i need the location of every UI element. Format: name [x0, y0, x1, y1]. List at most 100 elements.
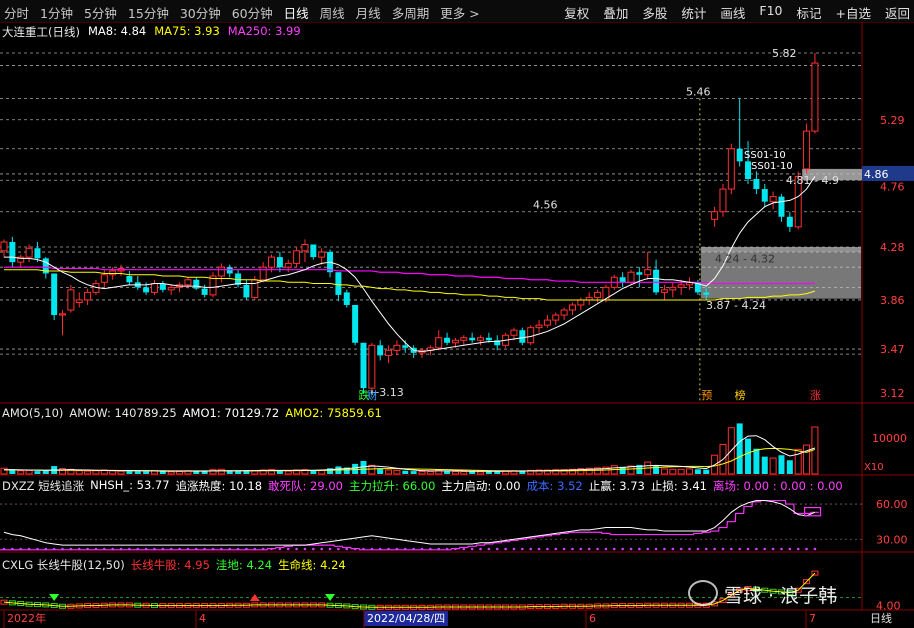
price-axis-label: 3.12: [880, 387, 905, 400]
annotation-range-3: 4.81 - 4.9: [786, 174, 839, 187]
volume-bar: [703, 469, 710, 474]
dxzz-axis-label: 30.00: [876, 533, 908, 546]
candle-body: [469, 337, 476, 341]
dxzz-dot: [303, 547, 307, 551]
candle-body: [100, 274, 108, 283]
dxzz-dot: [403, 547, 407, 551]
dxzz-dot: [178, 547, 181, 551]
volume-bar: [803, 444, 811, 475]
dxzz-dot: [771, 547, 775, 551]
candle-body: [660, 289, 668, 293]
annotation-range-1: 4.24 - 4.32: [715, 252, 775, 265]
candle-body: [159, 283, 166, 290]
dxzz-dot: [562, 547, 566, 551]
dxzz-dot: [387, 547, 390, 551]
candle-body: [753, 178, 760, 190]
dxzz-dot: [537, 547, 541, 551]
volume-bar: [209, 469, 217, 475]
dxzz-dot: [211, 547, 215, 551]
candle-body: [34, 248, 41, 259]
dxzz-dot: [19, 547, 23, 551]
volume-bar: [284, 470, 292, 475]
candle-body: [627, 271, 635, 283]
dxzz-dot: [245, 547, 248, 551]
tag-bang: 榜: [735, 388, 746, 402]
dxzz-dot: [763, 547, 767, 551]
candle-body: [435, 337, 443, 349]
dxzz-dot: [654, 547, 658, 551]
dxzz-dot: [805, 547, 808, 551]
dxzz-dot: [746, 547, 750, 551]
amo-panel-legend: AMO(5,10) AMOW: 140789.25 AMO1: 70129.72…: [2, 406, 382, 420]
dxzz-dot: [161, 547, 165, 551]
candle-body: [368, 344, 376, 389]
volume-bar: [42, 470, 49, 474]
candle-body: [527, 327, 535, 344]
candle-body: [761, 189, 768, 202]
zzrd-label: 追涨热度: 10.18: [175, 479, 263, 493]
candle-body: [560, 309, 568, 316]
ma250-line: [4, 266, 815, 285]
smx-label: 生命线: 4.24: [278, 558, 346, 572]
volume-bar: [653, 465, 660, 474]
candle-body: [25, 247, 33, 258]
x-axis-label: 7: [809, 612, 816, 625]
candle-body: [75, 299, 83, 303]
candle-body: [460, 337, 468, 341]
volume-bar: [677, 468, 685, 475]
volume-bar: [167, 471, 175, 475]
candle-body: [318, 251, 326, 258]
dxzz-dot: [554, 547, 558, 551]
dxzz-dot: [487, 547, 491, 551]
dxzz-dot: [529, 547, 532, 551]
volume-bar: [310, 470, 317, 474]
dxzz-dot: [495, 547, 499, 551]
dxzz-dot: [378, 547, 382, 551]
volume-bar: [418, 470, 426, 475]
volume-bar: [736, 423, 743, 474]
dxzz-dot: [587, 547, 591, 551]
candle-body: [201, 288, 208, 295]
volume-bar: [402, 470, 409, 474]
candle-body: [51, 273, 58, 316]
annotation-range-2: 3.87 - 4.24: [706, 299, 766, 312]
dxzz-dot: [61, 547, 64, 551]
candle-body: [360, 342, 367, 389]
dxzz-dot: [504, 547, 507, 551]
dxzz-dot: [671, 547, 675, 551]
candle-body: [786, 216, 793, 227]
volume-bar: [761, 456, 768, 474]
dxzz-dot: [546, 547, 549, 551]
candle-body: [217, 266, 225, 277]
x-axis-label: 6: [589, 612, 596, 625]
price-axis-label: 4.76: [880, 181, 905, 194]
candle-body: [485, 337, 492, 341]
volume-bar: [25, 469, 33, 475]
volume-bar: [92, 470, 100, 475]
dxzz-dot: [646, 547, 650, 551]
amo-unit-label: X10: [864, 462, 884, 473]
dxzz-dot: [462, 547, 466, 551]
tag-cai: 财: [367, 388, 378, 402]
candle-body: [59, 313, 67, 316]
x-axis-label: 4: [199, 612, 206, 625]
dxzz-dot: [220, 547, 223, 551]
volume-bar: [126, 471, 133, 474]
zy-label: 止赢: 3.73: [588, 479, 645, 493]
volume-bar: [377, 468, 384, 474]
xueqiu-logo-icon: [688, 580, 718, 606]
tag-zhang: 涨: [810, 389, 821, 402]
dxzz-title: DXZZ 短线追涨: [2, 479, 85, 493]
amow-label: AMOW: 140789.25: [69, 406, 177, 420]
kline-chart[interactable]: 5.825.464.56←3.13SS01-10SS01-104.24 - 4.…: [0, 0, 914, 628]
price-axis-label: 5.29: [880, 114, 905, 127]
annotation-456: 4.56: [533, 199, 558, 212]
dxzz-dot: [111, 547, 114, 551]
main-panel-legend: 大连重工(日线) MA8: 4.84 MA75: 3.93 MA250: 3.9…: [2, 24, 301, 40]
dxzz-dot: [77, 547, 81, 551]
candle-body: [193, 279, 200, 289]
candle-body: [510, 329, 518, 336]
volume-bar: [17, 470, 25, 475]
x-axis-period-label: 日线: [870, 611, 892, 625]
nhsh-label: NHSH_: 53.77: [90, 478, 170, 492]
